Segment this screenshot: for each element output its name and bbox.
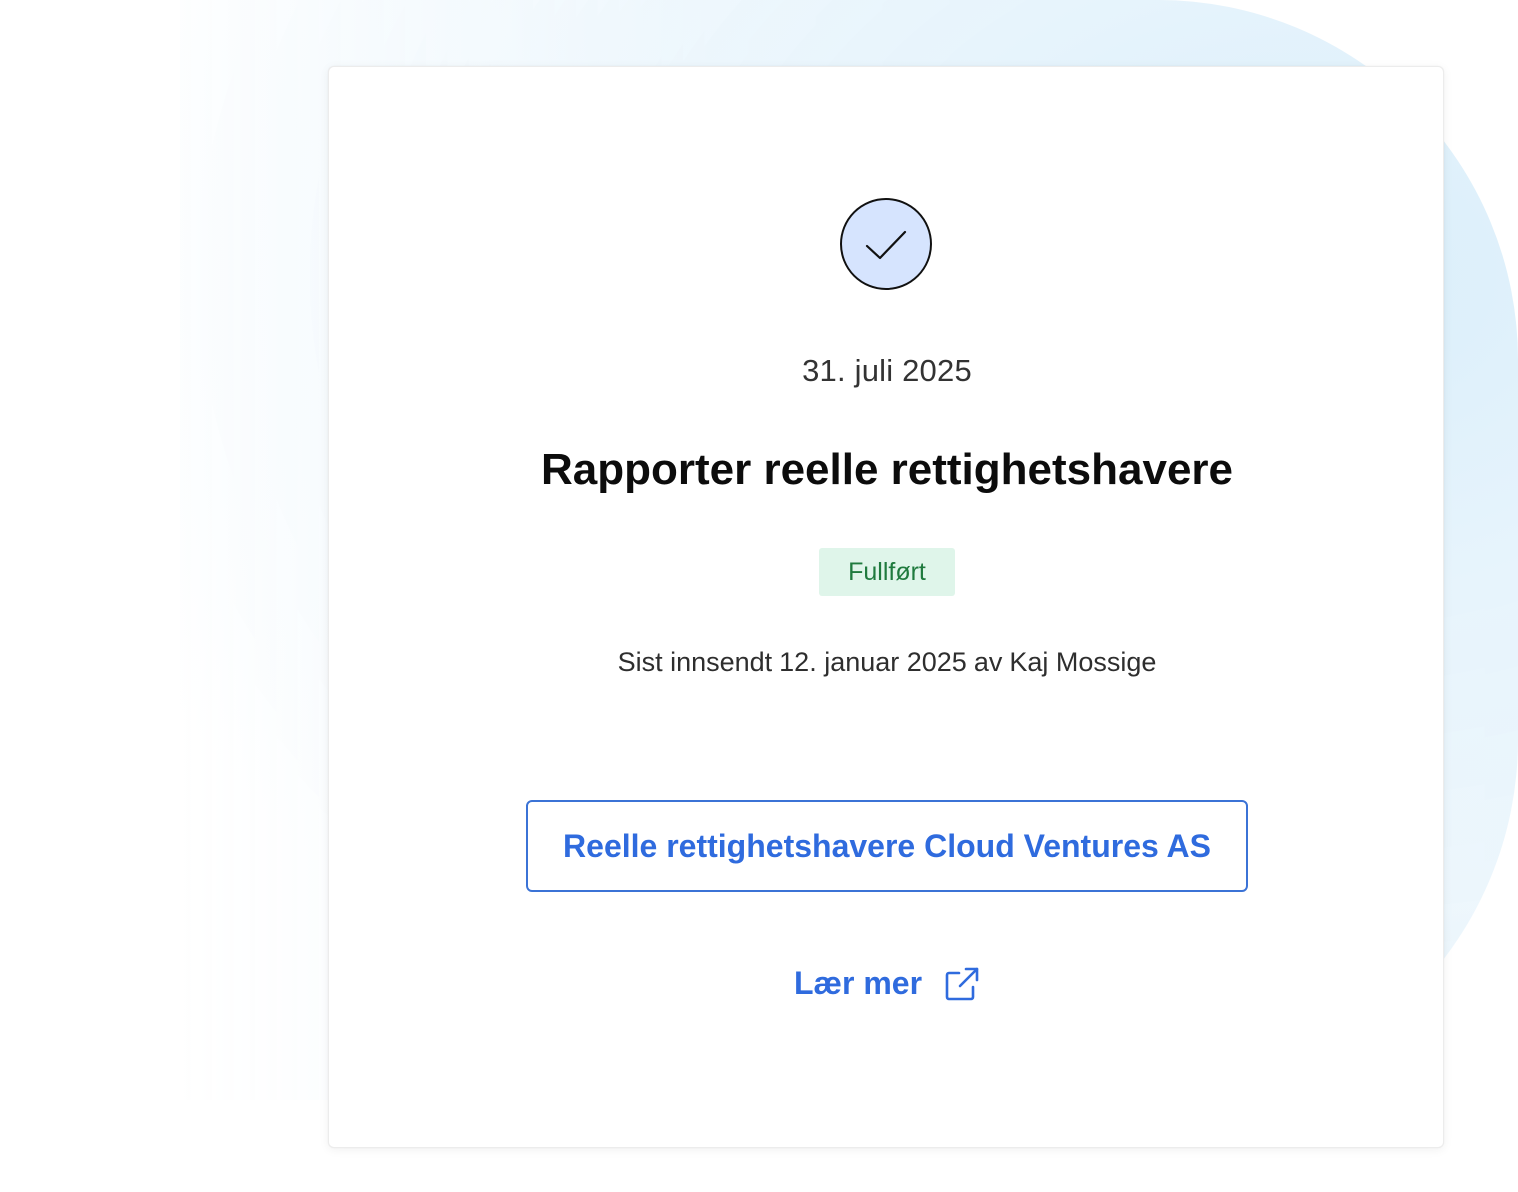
task-card: 31. juli 2025 Rapporter reelle rettighet… [328,66,1444,1148]
external-link-icon [944,966,980,1002]
learn-more-link[interactable]: Lær mer [329,965,1445,1002]
submitted-prefix: Sist innsendt [617,647,773,677]
submitted-user: Kaj Mossige [1009,647,1157,677]
status-badge: Fullført [819,548,955,596]
page: 31. juli 2025 Rapporter reelle rettighet… [0,0,1518,1192]
submitted-date: 12. januar 2025 [779,647,967,677]
learn-more-label: Lær mer [793,965,923,1001]
check-icon [840,198,932,290]
task-title: Rapporter reelle rettighetshavere [540,445,1234,494]
task-date: 31. juli 2025 [802,353,972,388]
submitted-by-word: av [973,647,1003,677]
submitted-info: Sist innsendt 12. januar 2025 av Kaj Mossig… [329,647,1445,678]
beneficial-owners-button[interactable]: Reelle rettighetshavere Cloud Ventures A… [526,800,1248,892]
